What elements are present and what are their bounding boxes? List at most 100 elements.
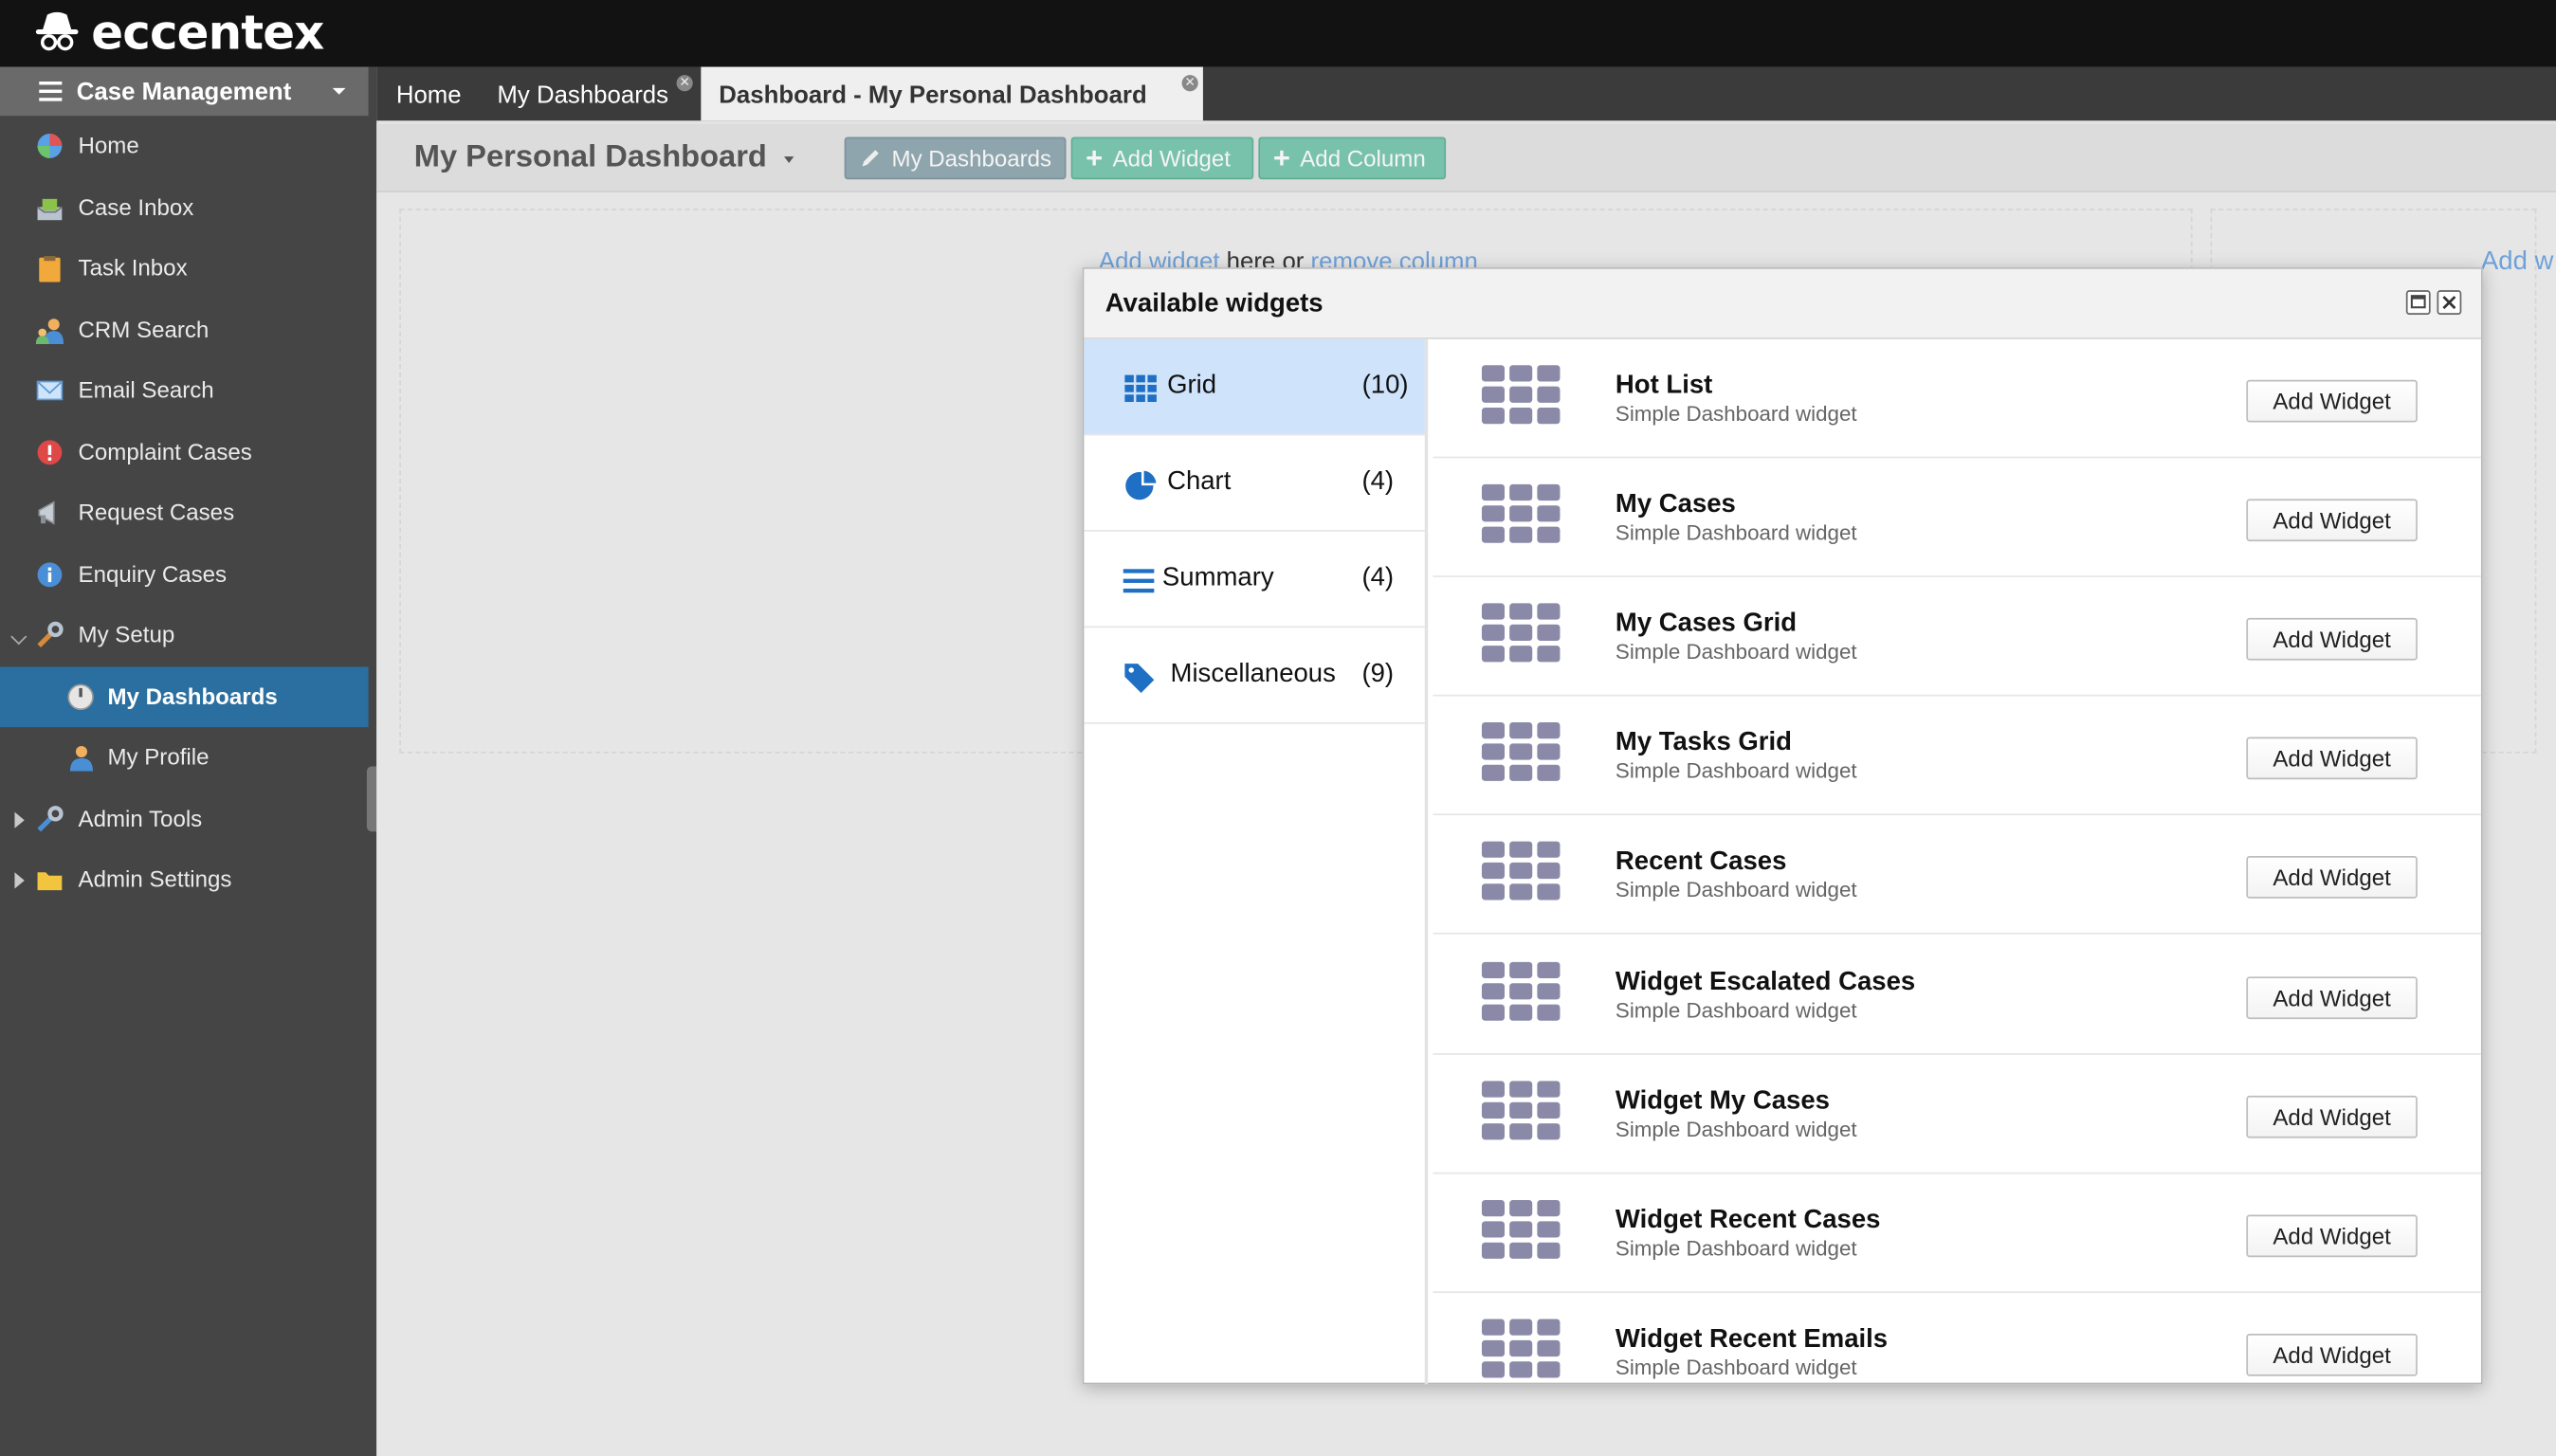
grid-widget-icon bbox=[1481, 1081, 1563, 1142]
widget-row: Widget Recent Emails Simple Dashboard wi… bbox=[1433, 1293, 2481, 1384]
hamburger-menu-icon bbox=[39, 82, 63, 101]
tab-dashboard-my-personal-dashboard[interactable]: Dashboard - My Personal Dashboard bbox=[701, 66, 1203, 121]
sidebar-item-case-inbox[interactable]: Case Inbox bbox=[0, 177, 369, 238]
sidebar-collapse-handle[interactable] bbox=[366, 766, 377, 832]
sidebar-item-my-setup[interactable]: My Setup bbox=[0, 605, 369, 665]
add-widget-button[interactable]: Add Widget bbox=[2246, 976, 2418, 1020]
add-widget-button[interactable]: Add Widget bbox=[2246, 737, 2418, 780]
add-widget-link[interactable]: Add w bbox=[2481, 247, 2553, 275]
category-summary[interactable]: Summary (4) bbox=[1084, 532, 1425, 628]
wrench-icon bbox=[37, 806, 64, 832]
add-widget-button[interactable]: Add Widget bbox=[2246, 1334, 2418, 1376]
button-label: My Dashboards bbox=[891, 145, 1052, 172]
grid-widget-icon bbox=[1481, 483, 1563, 546]
dashboard-gauge-icon bbox=[67, 683, 94, 711]
pencil-icon bbox=[862, 150, 879, 167]
widget-description: Simple Dashboard widget bbox=[1615, 1355, 1857, 1380]
profile-user-icon bbox=[69, 745, 94, 772]
widget-name: My Cases Grid bbox=[1615, 610, 1798, 638]
widget-category-list: Grid (10) Chart (4) Summary (4) Miscella… bbox=[1084, 338, 1429, 1385]
grid-icon bbox=[1124, 374, 1157, 403]
category-miscellaneous[interactable]: Miscellaneous (9) bbox=[1084, 628, 1425, 724]
sidebar-item-enquiry-cases[interactable]: Enquiry Cases bbox=[0, 545, 369, 606]
dashboard-title[interactable]: My Personal Dashboard bbox=[414, 140, 767, 176]
category-chart[interactable]: Chart (4) bbox=[1084, 435, 1425, 532]
dialog-header[interactable]: Available widgets bbox=[1084, 268, 2481, 339]
widget-description: Simple Dashboard widget bbox=[1615, 1235, 1857, 1261]
chevron-down-icon[interactable] bbox=[784, 156, 794, 164]
my-dashboards-button[interactable]: My Dashboards bbox=[844, 136, 1067, 180]
sidebar-item-label: Complaint Cases bbox=[78, 438, 252, 465]
widget-row: Recent Cases Simple Dashboard widget Add… bbox=[1433, 815, 2481, 935]
pie-chart-icon bbox=[1125, 468, 1159, 500]
tab-my-dashboards[interactable]: My Dashboards bbox=[497, 67, 668, 121]
dialog-title: Available widgets bbox=[1105, 290, 1324, 318]
category-count: (4) bbox=[1361, 467, 1395, 496]
list-lines-icon bbox=[1123, 569, 1155, 593]
category-name: Chart bbox=[1167, 467, 1232, 496]
category-name: Summary bbox=[1161, 564, 1274, 592]
folder-icon bbox=[37, 872, 63, 891]
sidebar-item-admin-settings[interactable]: Admin Settings bbox=[0, 849, 369, 910]
sidebar-item-my-dashboards[interactable]: My Dashboards bbox=[0, 666, 369, 728]
add-widget-button[interactable]: Add Widget bbox=[2246, 1095, 2418, 1138]
widget-name: Widget Recent Emails bbox=[1615, 1325, 1889, 1354]
widget-name: Hot List bbox=[1615, 372, 1713, 400]
expand-arrow-icon[interactable] bbox=[14, 872, 25, 889]
sidebar-header-label: Case Management bbox=[76, 77, 292, 105]
category-count: (4) bbox=[1361, 564, 1395, 592]
add-widget-button[interactable]: Add Widget bbox=[2246, 499, 2418, 542]
widget-row: Widget My Cases Simple Dashboard widget … bbox=[1433, 1055, 2481, 1174]
available-widgets-dialog: Available widgets Grid (10) Chart (4) Su… bbox=[1082, 267, 2483, 1385]
widget-row: Hot List Simple Dashboard widget Add Wid… bbox=[1433, 339, 2481, 459]
sidebar-header[interactable]: Case Management bbox=[0, 66, 369, 117]
top-bar: eccentex bbox=[0, 0, 2556, 67]
widget-name: Widget Escalated Cases bbox=[1615, 968, 1916, 996]
widget-list: Hot List Simple Dashboard widget Add Wid… bbox=[1433, 339, 2481, 1385]
home-globe-icon bbox=[37, 134, 63, 158]
sidebar-item-complaint-cases[interactable]: Complaint Cases bbox=[0, 423, 369, 483]
widget-name: Recent Cases bbox=[1615, 847, 1787, 876]
grid-widget-icon bbox=[1481, 722, 1563, 784]
category-name: Grid bbox=[1167, 372, 1217, 400]
sidebar-item-home[interactable]: Home bbox=[0, 116, 369, 176]
sidebar-item-admin-tools[interactable]: Admin Tools bbox=[0, 790, 369, 850]
add-widget-button[interactable]: Add Widget bbox=[2246, 1214, 2418, 1258]
add-widget-button[interactable]: Add Widget bbox=[2246, 617, 2418, 661]
grid-widget-icon bbox=[1481, 365, 1563, 427]
maximize-icon[interactable] bbox=[2405, 290, 2431, 315]
sidebar-item-label: My Profile bbox=[107, 743, 210, 770]
add-widget-button[interactable]: Add Widget bbox=[2246, 379, 2418, 423]
add-widget-button[interactable]: Add Widget bbox=[2246, 856, 2418, 899]
button-label: Add Widget bbox=[1112, 145, 1231, 172]
sidebar-item-task-inbox[interactable]: Task Inbox bbox=[0, 238, 369, 299]
widget-name: My Cases bbox=[1615, 490, 1736, 519]
alert-icon bbox=[37, 440, 63, 465]
task-clipboard-icon bbox=[39, 256, 61, 282]
tab-close-icon[interactable]: ✕ bbox=[1181, 75, 1198, 92]
widget-row: My Tasks Grid Simple Dashboard widget Ad… bbox=[1433, 696, 2481, 816]
add-column-button[interactable]: + Add Column bbox=[1258, 136, 1447, 180]
sidebar-item-label: Email Search bbox=[78, 376, 214, 403]
widget-description: Simple Dashboard widget bbox=[1615, 401, 1857, 426]
sidebar-item-label: Admin Tools bbox=[78, 805, 203, 832]
sidebar-item-label: Case Inbox bbox=[78, 193, 194, 221]
add-widget-button[interactable]: + Add Widget bbox=[1070, 136, 1254, 180]
sidebar-item-email-search[interactable]: Email Search bbox=[0, 360, 369, 421]
brand-logo[interactable]: eccentex bbox=[32, 7, 324, 59]
expanded-arrow-icon[interactable] bbox=[10, 628, 27, 646]
widget-name: Widget Recent Cases bbox=[1615, 1206, 1881, 1235]
category-grid[interactable]: Grid (10) bbox=[1084, 338, 1425, 436]
tab-close-icon[interactable]: ✕ bbox=[676, 75, 693, 92]
sidebar-item-crm-search[interactable]: CRM Search bbox=[0, 300, 369, 360]
grid-widget-icon bbox=[1481, 841, 1563, 903]
expand-arrow-icon[interactable] bbox=[14, 811, 25, 828]
spy-hat-logo-icon bbox=[35, 11, 79, 51]
close-icon[interactable] bbox=[2437, 290, 2462, 315]
button-label: Add Column bbox=[1300, 145, 1426, 172]
sidebar-item-request-cases[interactable]: Request Cases bbox=[0, 482, 369, 543]
sidebar-item-my-profile[interactable]: My Profile bbox=[0, 727, 369, 788]
category-name: Miscellaneous bbox=[1170, 660, 1336, 688]
widget-name: Widget My Cases bbox=[1615, 1087, 1830, 1116]
tab-home[interactable]: Home bbox=[396, 67, 462, 121]
